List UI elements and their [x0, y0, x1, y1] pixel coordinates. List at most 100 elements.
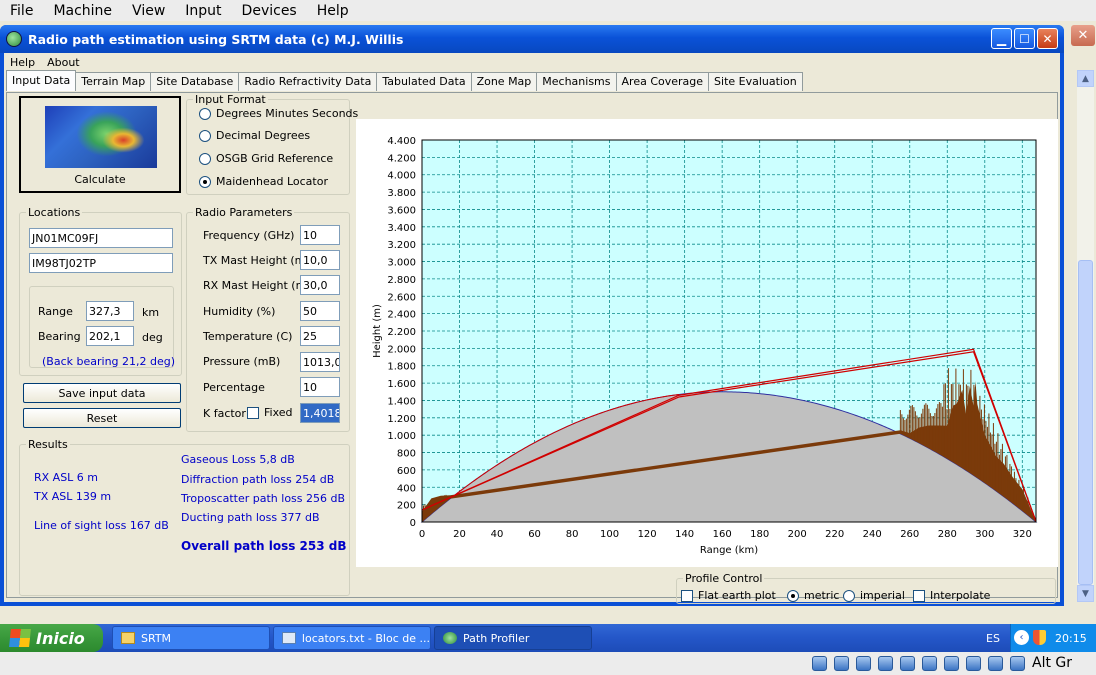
bearing-unit: deg [142, 331, 163, 344]
task-srtm[interactable]: SRTM [112, 626, 270, 650]
tab-terrain-map[interactable]: Terrain Map [75, 72, 152, 91]
tab-site-evaluation[interactable]: Site Evaluation [708, 72, 803, 91]
bearing-value[interactable]: 202,1 [86, 326, 134, 346]
radio-dot-selected[interactable] [787, 589, 799, 602]
range-value[interactable]: 327,3 [86, 301, 134, 321]
menu-about[interactable]: About [41, 56, 86, 69]
language-indicator[interactable]: ES [986, 632, 1000, 645]
tab-area-coverage[interactable]: Area Coverage [615, 72, 710, 91]
location-1-input[interactable]: JN01MC09FJ [29, 228, 173, 248]
rx-mast-input[interactable]: 30,0 [300, 275, 340, 295]
maximize-button[interactable]: ☐ [1014, 28, 1035, 49]
save-input-button[interactable]: Save input data [23, 383, 181, 403]
temperature-label: Temperature (C) [203, 330, 293, 343]
menu-help[interactable]: Help [4, 56, 41, 69]
vertical-scrollbar[interactable]: ▲ ▼ [1077, 70, 1094, 602]
calculate-button[interactable]: Calculate [19, 96, 181, 193]
tab-tabulated-data[interactable]: Tabulated Data [376, 72, 472, 91]
hdd-icon[interactable] [812, 656, 827, 671]
tab-radio-refractivity[interactable]: Radio Refractivity Data [238, 72, 378, 91]
tab-zone-map[interactable]: Zone Map [470, 72, 538, 91]
cpu-icon[interactable] [988, 656, 1003, 671]
radio-dot[interactable] [199, 107, 211, 120]
input-format-legend: Input Format [195, 93, 266, 106]
host-menu-machine[interactable]: Machine [43, 3, 122, 19]
tray-arrow-icon[interactable]: ‹ [1014, 630, 1029, 645]
checkbox-box[interactable] [913, 589, 925, 602]
humidity-input[interactable]: 50 [300, 301, 340, 321]
metric-radio[interactable]: metric [787, 589, 839, 602]
video-capture-icon[interactable] [966, 656, 981, 671]
window-title: Radio path estimation using SRTM data (c… [28, 31, 404, 47]
radio-dot[interactable] [199, 152, 211, 165]
close-button[interactable]: ✕ [1037, 28, 1058, 49]
results-legend: Results [28, 438, 68, 451]
format-maidenhead-label: Maidenhead Locator [216, 175, 328, 188]
host-menu-help[interactable]: Help [307, 3, 359, 19]
format-osgb-radio[interactable]: OSGB Grid Reference [199, 152, 333, 165]
audio-icon[interactable] [856, 656, 871, 671]
host-status-bar: Alt Gr [0, 652, 1096, 675]
x-tick-label: 40 [491, 529, 504, 540]
checkbox-box[interactable] [247, 406, 259, 419]
radio-dot-selected[interactable] [199, 175, 211, 188]
x-tick-label: 200 [788, 529, 807, 540]
cd-icon[interactable] [834, 656, 849, 671]
usb-icon[interactable] [900, 656, 915, 671]
network-icon[interactable] [878, 656, 893, 671]
percentage-input[interactable]: 10 [300, 377, 340, 397]
temperature-input[interactable]: 25 [300, 326, 340, 346]
host-menu-file[interactable]: File [0, 3, 43, 19]
k-factor-input[interactable]: 1,4018 [300, 403, 340, 423]
reset-button[interactable]: Reset [23, 408, 181, 428]
fixed-checkbox[interactable]: Fixed [247, 406, 293, 419]
scroll-thumb[interactable] [1078, 260, 1093, 585]
y-tick-label: 3.400 [387, 223, 416, 234]
background-close-button[interactable]: ✕ [1071, 25, 1095, 46]
tab-strip: Input Data Terrain Map Site Database Rad… [6, 70, 803, 92]
tx-mast-input[interactable]: 10,0 [300, 250, 340, 270]
security-shield-icon[interactable] [1033, 630, 1046, 645]
format-dms-radio[interactable]: Degrees Minutes Seconds [199, 107, 358, 120]
x-tick-label: 100 [600, 529, 619, 540]
tab-input-data[interactable]: Input Data [6, 70, 77, 91]
tab-site-database[interactable]: Site Database [150, 72, 240, 91]
line-of-sight-loss-text: Line of sight loss 167 dB [34, 519, 169, 532]
start-button[interactable]: Inicio [0, 624, 103, 652]
format-maidenhead-radio[interactable]: Maidenhead Locator [199, 175, 328, 188]
imperial-radio[interactable]: imperial [843, 589, 905, 602]
task-locators[interactable]: locators.txt - Bloc de ... [273, 626, 431, 650]
flat-earth-checkbox[interactable]: Flat earth plot [681, 589, 776, 602]
frequency-input[interactable]: 10 [300, 225, 340, 245]
interpolate-checkbox[interactable]: Interpolate [913, 589, 990, 602]
tx-mast-label: TX Mast Height (m) [203, 254, 310, 267]
x-tick-label: 300 [975, 529, 994, 540]
radio-dot[interactable] [843, 589, 855, 602]
task-srtm-label: SRTM [141, 631, 172, 645]
title-bar[interactable]: Radio path estimation using SRTM data (c… [0, 25, 1064, 53]
tab-mechanisms[interactable]: Mechanisms [536, 72, 617, 91]
host-menu-view[interactable]: View [122, 3, 175, 19]
y-tick-label: 2.400 [387, 310, 416, 321]
task-path-profiler[interactable]: Path Profiler [434, 626, 592, 650]
display-icon[interactable] [944, 656, 959, 671]
shared-folder-icon[interactable] [922, 656, 937, 671]
keyboard-capture-icon[interactable] [1010, 656, 1025, 671]
host-menu-bar: File Machine View Input Devices Help [0, 0, 1096, 21]
y-tick-label: 2.600 [387, 292, 416, 303]
ducting-loss-text: Ducting path loss 377 dB [181, 511, 320, 524]
scroll-down-arrow-icon[interactable]: ▼ [1077, 585, 1094, 602]
clock[interactable]: 20:15 [1055, 632, 1087, 645]
pressure-input[interactable]: 1013,0 [300, 352, 340, 372]
minimize-button[interactable]: ▁ [991, 28, 1012, 49]
location-2-input[interactable]: IM98TJ02TP [29, 253, 173, 273]
format-decimal-radio[interactable]: Decimal Degrees [199, 129, 310, 142]
host-menu-devices[interactable]: Devices [232, 3, 307, 19]
scroll-up-arrow-icon[interactable]: ▲ [1077, 70, 1094, 87]
globe-icon [6, 31, 22, 47]
fixed-label: Fixed [264, 406, 293, 419]
host-menu-input[interactable]: Input [175, 3, 231, 19]
y-tick-label: 4.000 [387, 171, 416, 182]
radio-dot[interactable] [199, 129, 211, 142]
checkbox-box[interactable] [681, 589, 693, 602]
